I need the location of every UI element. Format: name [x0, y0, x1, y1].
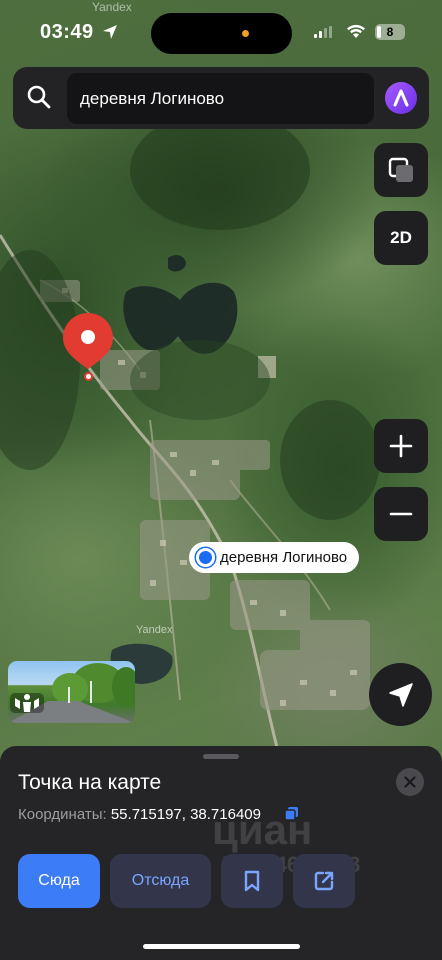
pin-anchor-dot	[84, 372, 93, 381]
signal-icon	[314, 26, 332, 38]
close-icon	[404, 776, 416, 788]
panorama-person-icon	[10, 693, 44, 713]
zoom-out-button[interactable]	[374, 487, 428, 541]
home-indicator[interactable]	[143, 944, 300, 949]
sheet-grabber[interactable]	[203, 754, 239, 759]
coordinates-row: Координаты: 55.715197, 38.716409	[18, 806, 261, 823]
search-icon[interactable]	[26, 84, 52, 110]
alice-assistant-button[interactable]	[385, 82, 417, 114]
close-button[interactable]	[396, 768, 424, 796]
route-here-button[interactable]: Сюда	[18, 854, 100, 908]
share-icon	[314, 871, 334, 891]
map-watermark: Yandex	[136, 624, 173, 636]
bookmark-button[interactable]	[221, 854, 283, 908]
plus-icon	[389, 434, 413, 458]
place-label-text: деревня Логиново	[220, 549, 348, 566]
search-input[interactable]: деревня Логиново	[67, 73, 374, 124]
sheet-title: Точка на карте	[18, 771, 162, 794]
battery-level: 8	[386, 25, 394, 39]
map-watermark: Yandex	[92, 0, 132, 14]
navigation-arrow-icon	[388, 682, 413, 707]
place-label[interactable]: деревня Логиново	[189, 542, 360, 573]
share-button[interactable]	[293, 854, 355, 908]
view-mode-button[interactable]: 2D	[374, 211, 428, 265]
zoom-in-button[interactable]	[374, 419, 428, 473]
my-location-button[interactable]	[369, 663, 432, 726]
place-dot-icon	[196, 548, 215, 567]
layers-button[interactable]	[374, 143, 428, 197]
dynamic-island	[151, 13, 292, 54]
selected-point-pin-icon[interactable]	[61, 311, 115, 371]
coordinates-value[interactable]: 55.715197, 38.716409	[111, 806, 261, 823]
wifi-icon	[347, 24, 365, 38]
copy-icon[interactable]	[284, 806, 299, 821]
status-time: 03:49	[40, 21, 94, 43]
alice-icon	[393, 89, 409, 107]
privacy-indicator-icon	[242, 30, 249, 37]
bookmark-icon	[244, 870, 260, 892]
coordinates-label: Координаты:	[18, 806, 107, 823]
minus-icon	[389, 512, 413, 516]
battery-icon: 8	[375, 24, 405, 40]
layers-icon	[388, 157, 413, 182]
route-from-button[interactable]: Отсюда	[110, 854, 211, 908]
location-arrow-icon	[103, 25, 117, 39]
